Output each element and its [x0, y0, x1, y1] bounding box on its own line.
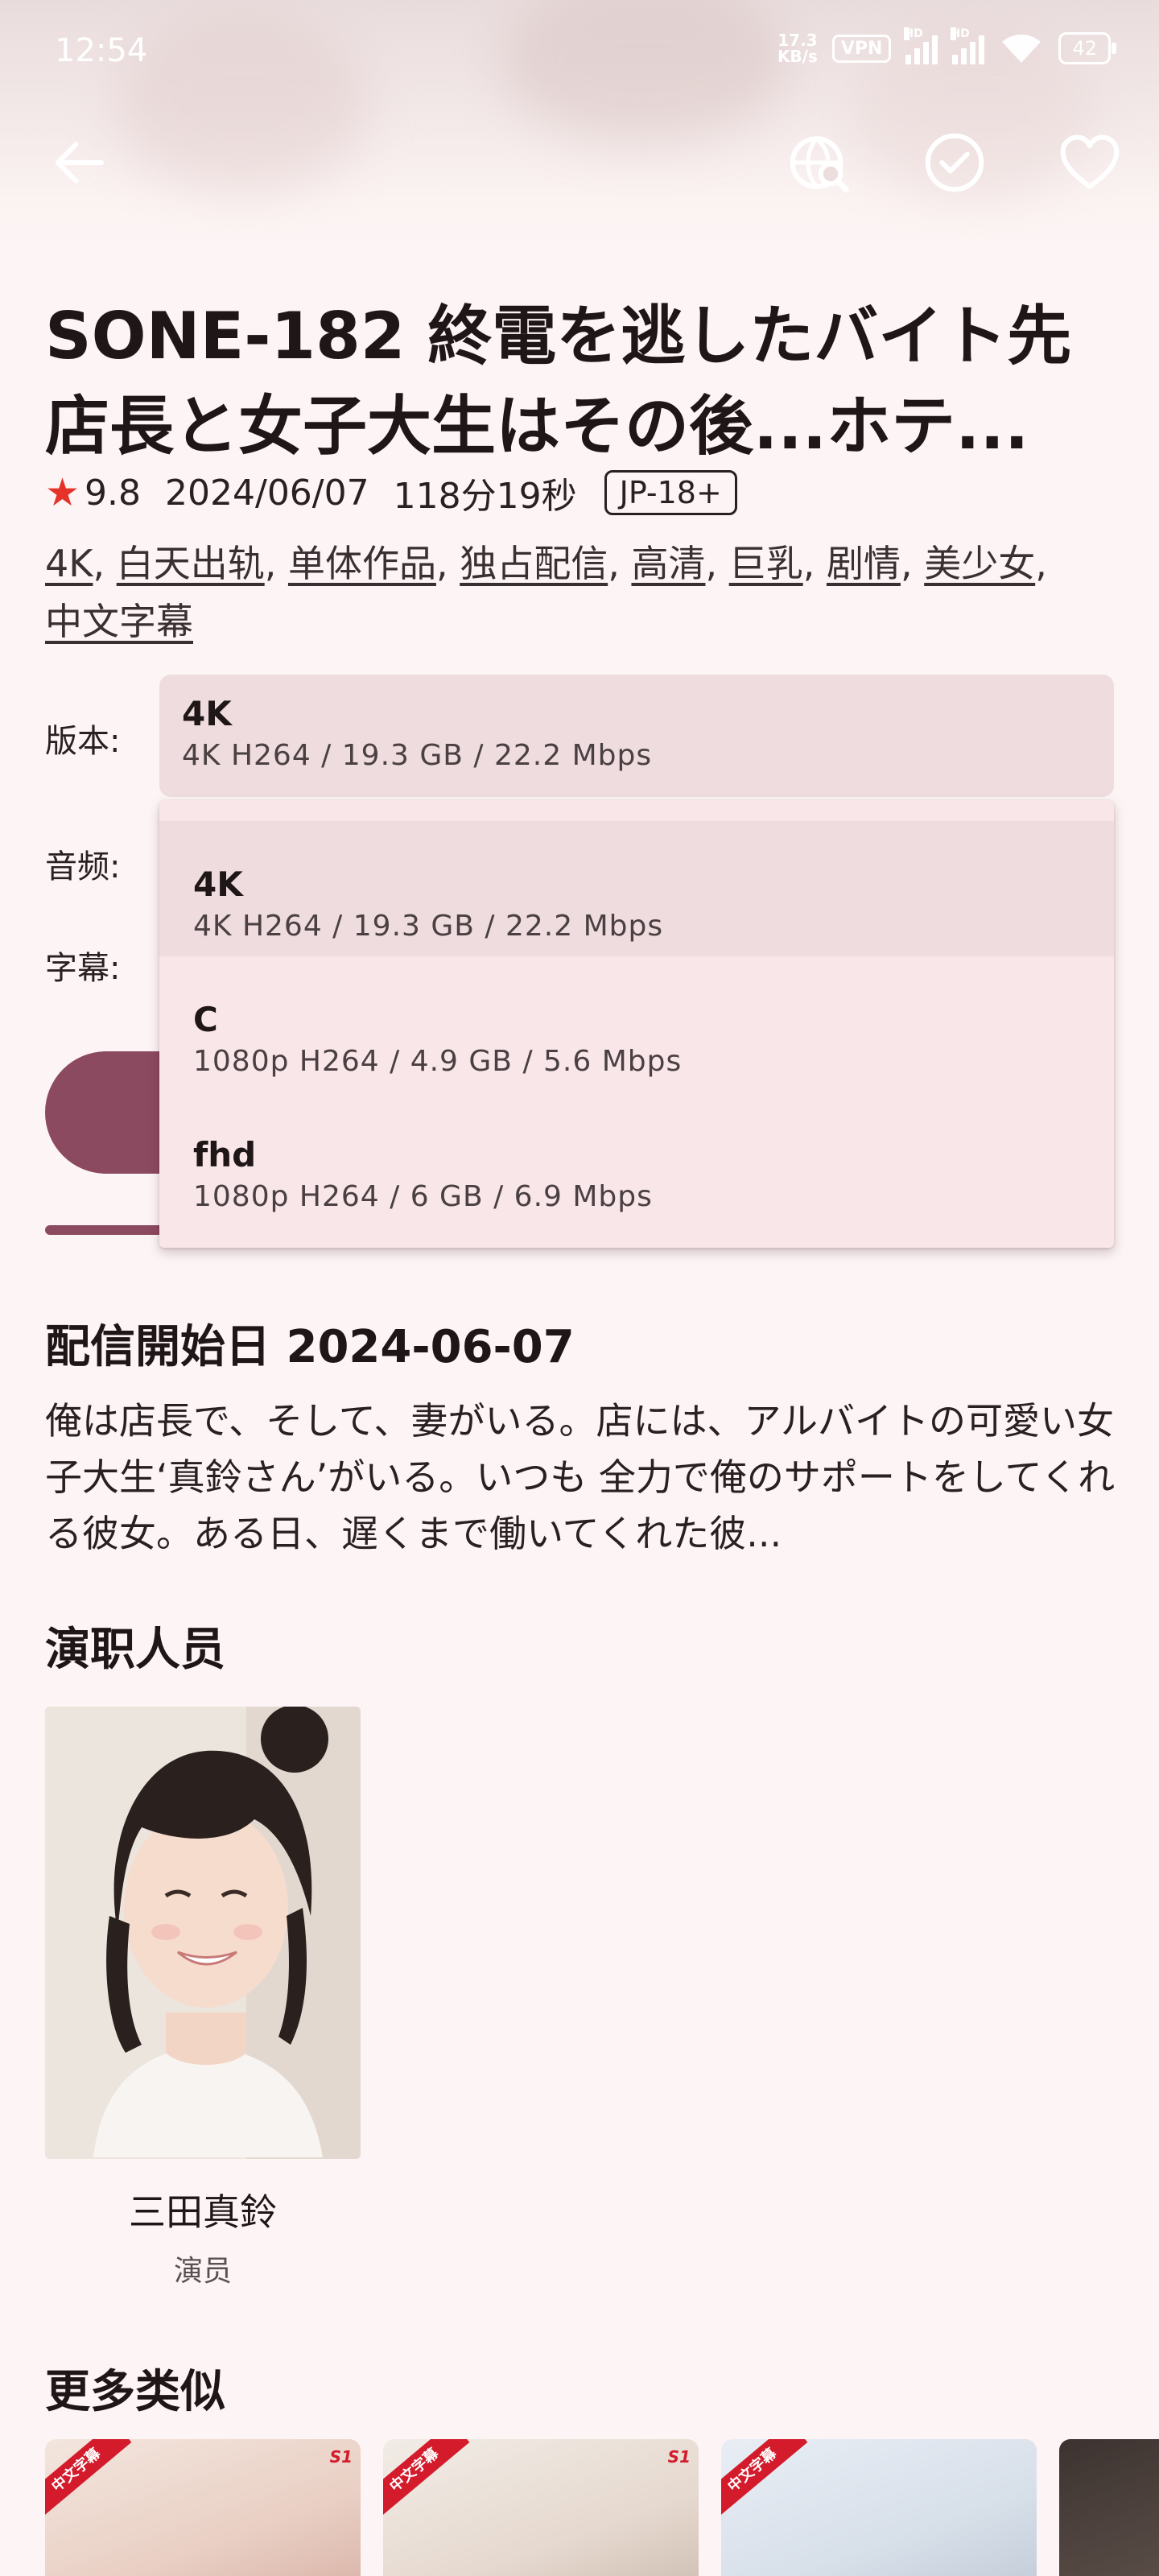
- back-arrow-icon[interactable]: [45, 129, 113, 196]
- tag-link[interactable]: 白天出轨: [117, 542, 265, 585]
- version-option[interactable]: C 1080p H264 / 4.9 GB / 5.6 Mbps: [159, 956, 1114, 1092]
- similar-thumbnail[interactable]: 中文字幕 S1: [383, 2439, 699, 2576]
- subtitle-label: 字幕:: [45, 950, 121, 987]
- portrait-illustration: [45, 1707, 361, 2159]
- status-time: 12:54: [55, 32, 148, 69]
- option-detail: 1080p H264 / 4.9 GB / 5.6 Mbps: [193, 1045, 683, 1078]
- movie-title: SONE-182 終電を逃したバイト先 店長と女子大生はその後...ホテ...: [45, 299, 1072, 464]
- tag-link[interactable]: 4K: [45, 542, 93, 585]
- version-select-name: 4K: [182, 694, 232, 733]
- description-text[interactable]: 俺は店長で、そして、妻がいる。店には、アルバイトの可愛い女子大生‘真鈴さん’がい…: [45, 1393, 1116, 1567]
- similar-thumbnail[interactable]: 中文字幕: [721, 2439, 1037, 2576]
- similar-heading: 更多类似: [45, 2366, 225, 2418]
- release-date-heading: 配信開始日 2024-06-07: [45, 1321, 575, 1373]
- wifi-icon: [1002, 34, 1041, 63]
- option-detail: 1080p H264 / 6 GB / 6.9 Mbps: [193, 1180, 653, 1213]
- similar-thumbnail[interactable]: 中文字幕 S1: [45, 2439, 361, 2576]
- genre-tags: 4K, 白天出轨, 单体作品, 独占配信, 高清, 巨乳, 剧情, 美少女, 中文…: [45, 542, 1047, 643]
- option-name: 4K: [193, 865, 243, 904]
- audio-label: 音频:: [45, 848, 121, 886]
- version-select-detail: 4K H264 / 19.3 GB / 22.2 Mbps: [182, 739, 653, 772]
- option-name: C: [193, 1000, 218, 1039]
- brand-logo: S1: [667, 2447, 691, 2467]
- status-bar: 12:54 17.3 KB/s VPN HD HD 42: [0, 0, 1159, 105]
- heart-icon[interactable]: [1056, 129, 1124, 196]
- option-name: fhd: [193, 1135, 257, 1174]
- runtime: 118分19秒: [393, 476, 577, 517]
- subtitle-badge: 中文字幕: [721, 2439, 808, 2520]
- movie-meta: ★ 9.8 2024/06/07 118分19秒 JP-18+: [45, 467, 737, 518]
- tag-link[interactable]: 单体作品: [288, 542, 436, 585]
- signal-icon-2: HD: [951, 27, 985, 64]
- age-rating-badge: JP-18+: [604, 470, 737, 515]
- movie-rating: 9.8: [85, 472, 142, 514]
- version-label: 版本:: [45, 723, 121, 760]
- tag-link[interactable]: 美少女: [924, 542, 1035, 585]
- release-date: 2024/06/07: [165, 472, 369, 514]
- tag-link[interactable]: 高清: [631, 542, 705, 585]
- cast-heading: 演职人员: [45, 1624, 225, 1676]
- cast-photo: [45, 1707, 361, 2159]
- battery-icon: 42: [1058, 32, 1116, 64]
- cast-name: 三田真鈴: [129, 2190, 277, 2234]
- similar-carousel: 中文字幕 S1 中文字幕 S1 中文字幕: [45, 2439, 1159, 2576]
- check-circle-icon[interactable]: [921, 129, 988, 196]
- version-dropdown-menu: 4K 4K H264 / 19.3 GB / 22.2 Mbps C 1080p…: [159, 800, 1114, 1248]
- search-web-icon[interactable]: [786, 129, 853, 196]
- tag-link[interactable]: 独占配信: [460, 542, 608, 585]
- tag-link[interactable]: 剧情: [827, 542, 901, 585]
- similar-thumbnail[interactable]: [1059, 2439, 1159, 2576]
- tag-link[interactable]: 中文字幕: [45, 600, 193, 643]
- option-detail: 4K H264 / 19.3 GB / 22.2 Mbps: [193, 910, 664, 943]
- version-option[interactable]: fhd 1080p H264 / 6 GB / 6.9 Mbps: [159, 1092, 1114, 1227]
- star-icon: ★: [45, 470, 80, 515]
- tag-link[interactable]: 巨乳: [729, 542, 803, 585]
- signal-icon: HD: [904, 27, 938, 64]
- subtitle-badge: 中文字幕: [383, 2439, 470, 2520]
- cast-card[interactable]: 三田真鈴 演员: [45, 1707, 361, 2289]
- network-speed: 17.3 KB/s: [777, 31, 818, 66]
- brand-logo: S1: [329, 2447, 353, 2467]
- status-indicators: 17.3 KB/s VPN HD HD 42: [777, 27, 1116, 66]
- version-option[interactable]: 4K 4K H264 / 19.3 GB / 22.2 Mbps: [159, 821, 1114, 956]
- vpn-icon: VPN: [831, 34, 892, 63]
- subtitle-badge: 中文字幕: [45, 2439, 132, 2520]
- version-select[interactable]: 4K 4K H264 / 19.3 GB / 22.2 Mbps: [159, 675, 1114, 797]
- cast-role: 演员: [173, 2255, 232, 2288]
